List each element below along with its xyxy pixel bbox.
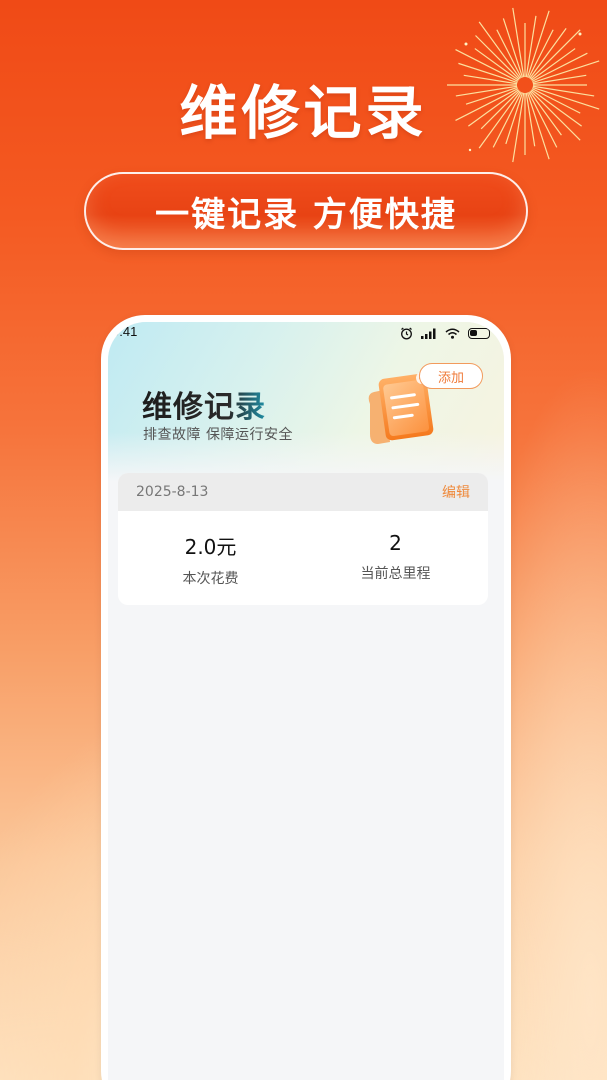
status-icons (400, 327, 490, 340)
promo-tagline-pill: 一键记录 方便快捷 (84, 172, 528, 250)
page-title: 维修记录 (142, 382, 266, 426)
phone-screen: 9:41 维修记录 排查故障 保障运行安全 添加 2025-8-13 编辑 2.… (108, 322, 504, 1080)
signal-icon (421, 328, 436, 339)
mileage-stat: 2 当前总里程 (303, 511, 488, 605)
cost-value: 2.0元 (184, 535, 237, 559)
edit-record-button[interactable]: 编辑 (442, 482, 470, 502)
cost-stat: 2.0元 本次花费 (118, 511, 303, 605)
mileage-label: 当前总里程 (360, 566, 431, 582)
phone-frame: 9:41 维修记录 排查故障 保障运行安全 添加 2025-8-13 编辑 2.… (101, 315, 511, 1080)
promo-tagline: 一键记录 方便快捷 (155, 194, 457, 235)
record-card-header: 2025-8-13 编辑 (118, 473, 488, 511)
status-bar: 9:41 (108, 324, 504, 344)
status-time: 9:41 (112, 324, 138, 339)
wifi-icon (445, 328, 460, 339)
promo-title: 维修记录 (179, 79, 428, 147)
battery-icon (468, 328, 490, 339)
record-card[interactable]: 2025-8-13 编辑 2.0元 本次花费 2 当前总里程 (118, 473, 488, 605)
alarm-icon (401, 327, 412, 340)
cost-label: 本次花费 (182, 571, 239, 587)
mileage-value: 2 (389, 531, 402, 555)
record-date: 2025-8-13 (136, 484, 209, 500)
record-card-body: 2.0元 本次花费 2 当前总里程 (118, 511, 488, 605)
page-subtitle: 排查故障 保障运行安全 (143, 427, 293, 443)
add-record-button[interactable]: 添加 (419, 363, 483, 389)
